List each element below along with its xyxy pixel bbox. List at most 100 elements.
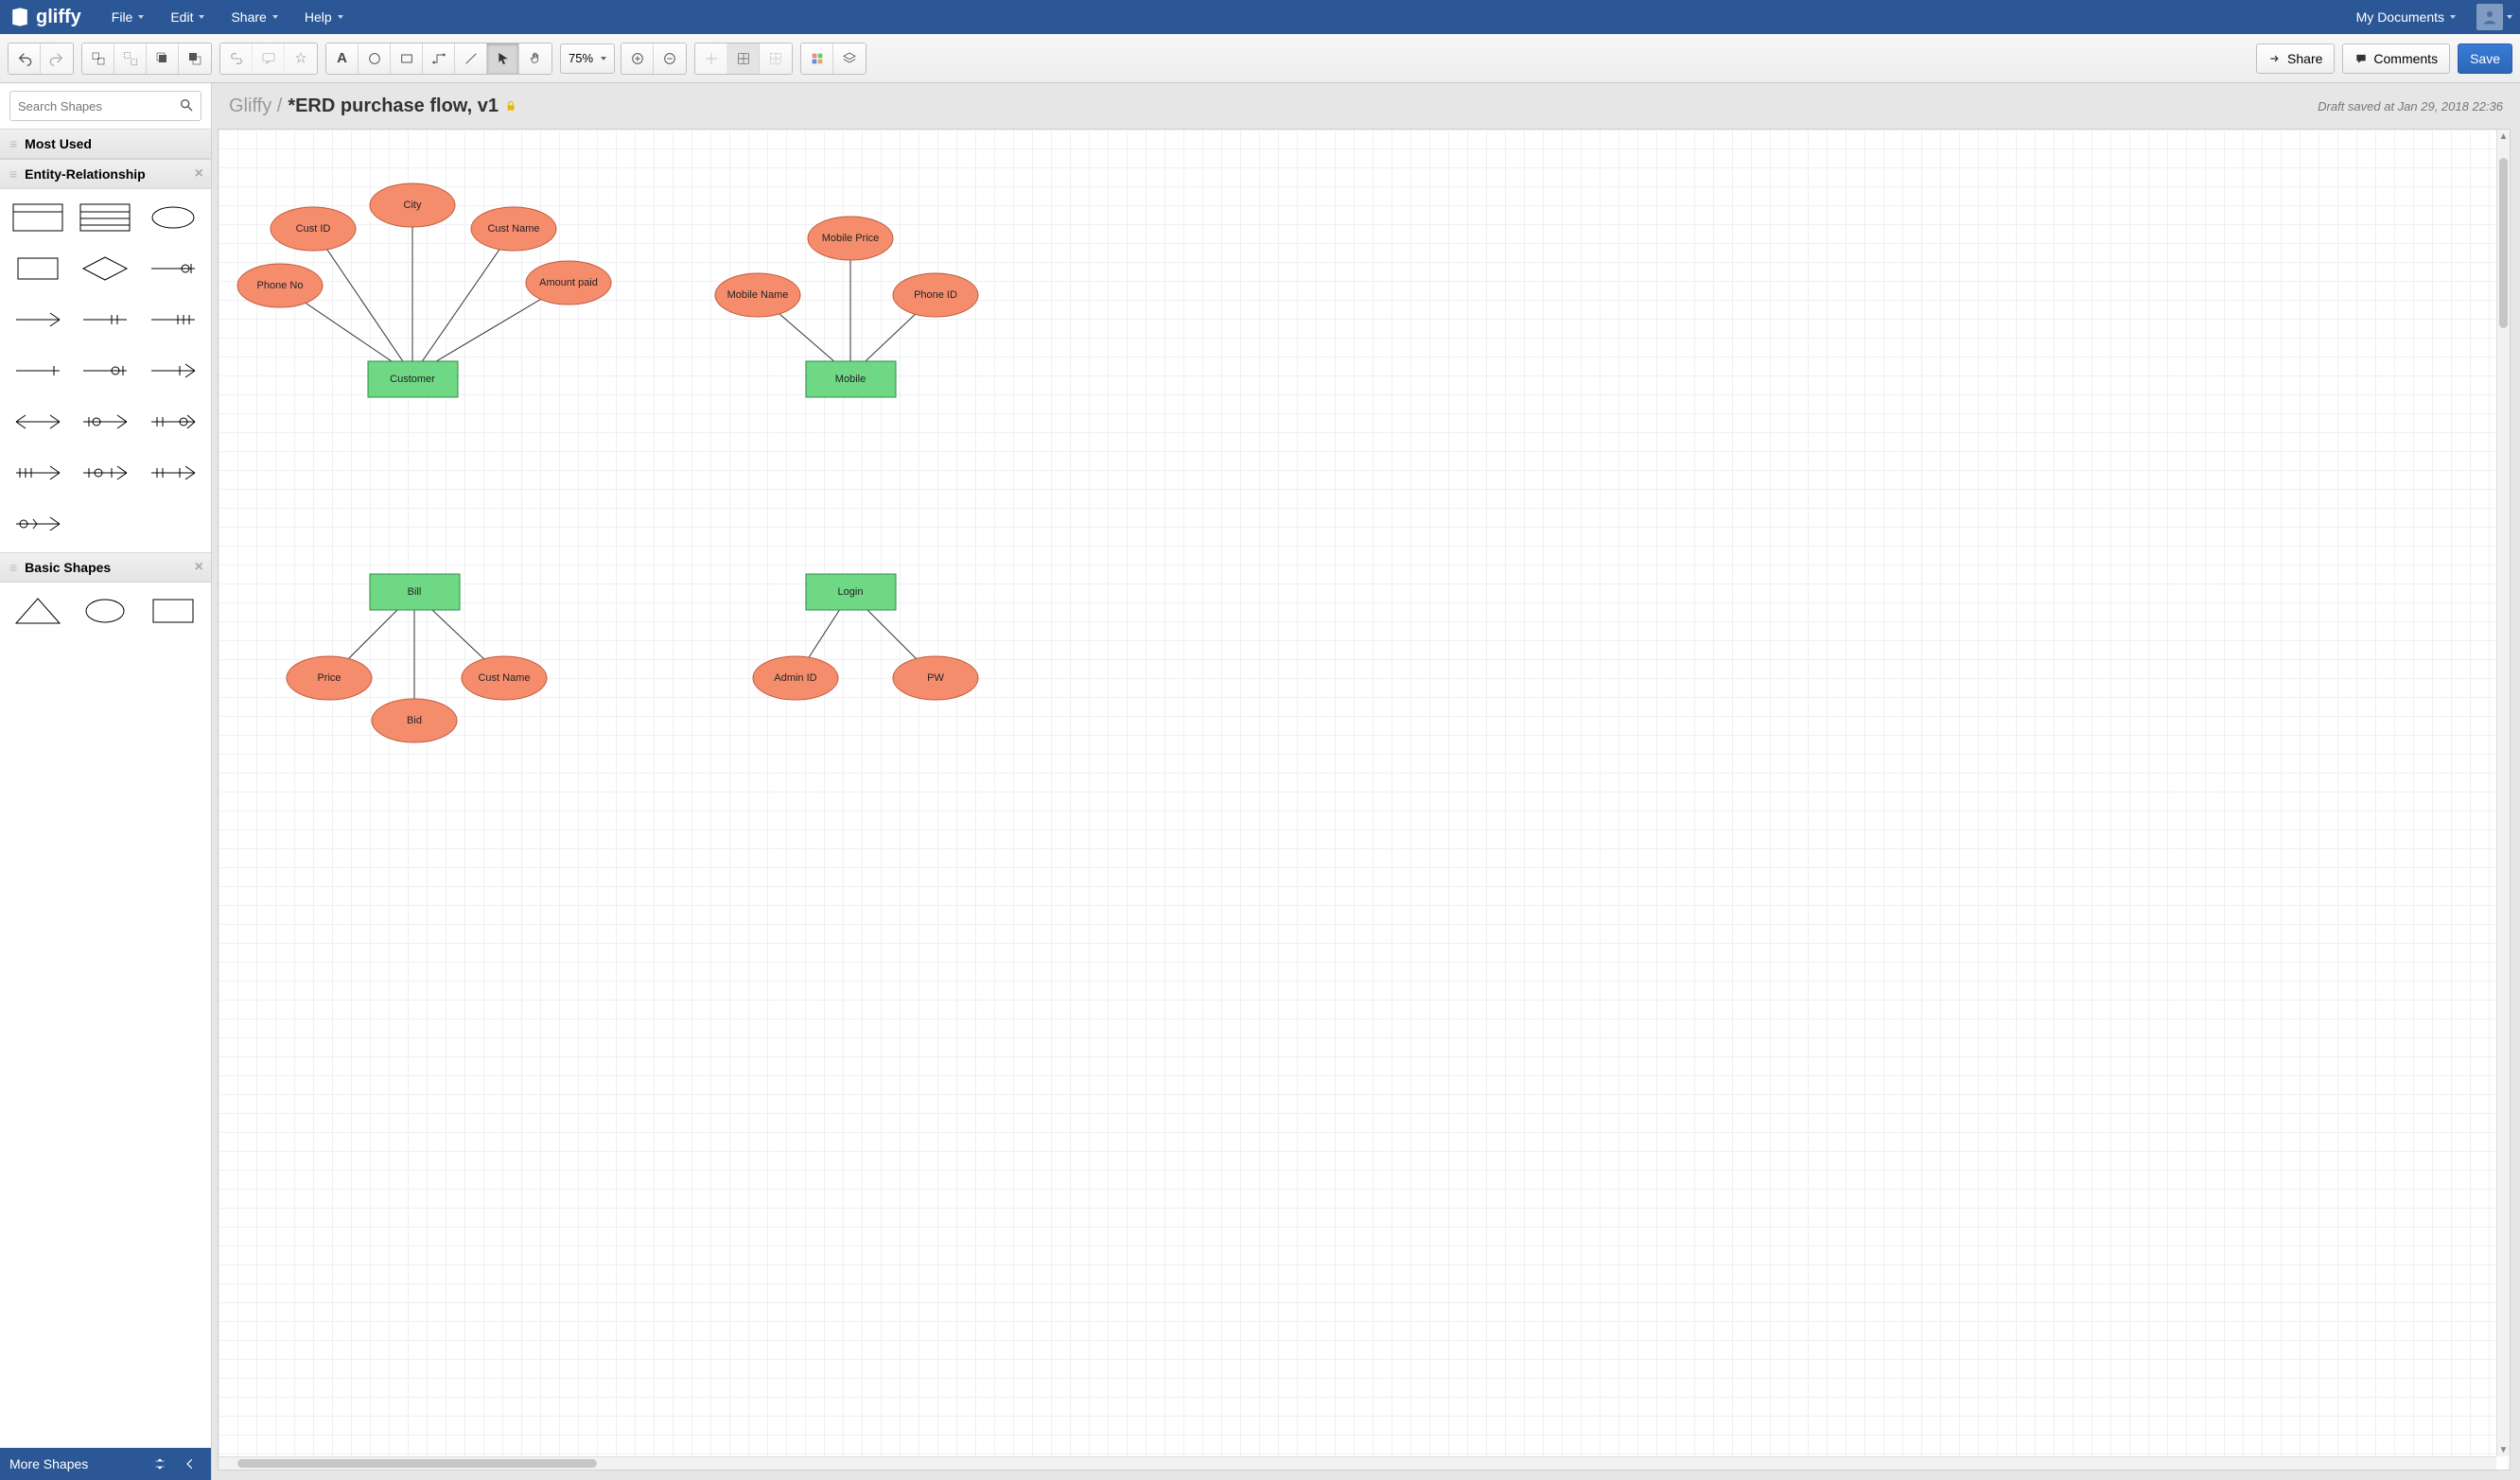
shape-entity-rect[interactable] [9, 252, 66, 286]
svg-text:Mobile Name: Mobile Name [727, 289, 789, 301]
canvas-area: Gliffy / *ERD purchase flow, v1 Draft sa… [212, 83, 2520, 1480]
shape-entity-table[interactable] [78, 200, 134, 235]
link-button[interactable] [220, 44, 253, 74]
scrollbar-thumb[interactable] [2499, 158, 2508, 328]
svg-text:Amount paid: Amount paid [539, 277, 598, 288]
user-avatar[interactable] [2476, 4, 2503, 30]
menu-share[interactable]: Share [218, 9, 290, 25]
person-icon [2481, 9, 2498, 26]
draft-status: Draft saved at Jan 29, 2018 22:36 [2318, 99, 2503, 113]
chevron-down-icon [199, 15, 204, 19]
close-icon[interactable]: × [195, 559, 203, 576]
guides-button[interactable] [760, 44, 792, 74]
gliffy-logo-icon [9, 7, 30, 27]
horizontal-scrollbar[interactable] [219, 1456, 2496, 1470]
search-icon [179, 97, 194, 113]
svg-text:Phone ID: Phone ID [914, 289, 957, 301]
svg-text:Mobile Price: Mobile Price [822, 233, 880, 244]
comments-button[interactable]: Comments [2342, 44, 2450, 74]
shape-relationship-diamond[interactable] [78, 252, 134, 286]
svg-text:Mobile: Mobile [835, 374, 866, 385]
svg-text:Admin ID: Admin ID [774, 672, 816, 684]
shape-crows-11[interactable] [78, 456, 134, 490]
shape-crows-5[interactable] [78, 354, 134, 388]
canvas[interactable]: Customer Phone No Cust ID City Cust Name… [218, 129, 2511, 1471]
more-shapes-button[interactable]: More Shapes [9, 1456, 88, 1471]
shape-crows-12[interactable] [145, 456, 201, 490]
scroll-up-icon[interactable]: ▲ [2497, 130, 2510, 143]
popup-button[interactable] [285, 44, 317, 74]
shape-crows-10[interactable] [9, 456, 66, 490]
breadcrumb[interactable]: Gliffy / [229, 96, 282, 117]
redo-button[interactable] [41, 44, 73, 74]
svg-text:Cust Name: Cust Name [478, 672, 530, 684]
shape-circle[interactable] [78, 594, 134, 628]
note-button[interactable] [253, 44, 285, 74]
shape-entity-header[interactable] [9, 200, 66, 235]
chevron-down-icon [338, 15, 343, 19]
app-name: gliffy [36, 7, 81, 28]
svg-text:Cust ID: Cust ID [296, 223, 331, 235]
chevron-down-icon [2507, 15, 2512, 19]
grid-button[interactable] [727, 44, 760, 74]
shape-crows-6[interactable] [145, 354, 201, 388]
hide-sidebar-button[interactable] [179, 1453, 201, 1475]
scroll-down-icon[interactable]: ▼ [2497, 1443, 2510, 1456]
snap-button[interactable] [695, 44, 727, 74]
svg-text:City: City [404, 200, 422, 211]
collapse-panels-button[interactable] [149, 1453, 171, 1475]
connector-tool-button[interactable] [423, 44, 455, 74]
svg-text:Bid: Bid [407, 715, 422, 726]
shape-one-optional[interactable] [145, 252, 201, 286]
diagram-svg: Customer Phone No Cust ID City Cust Name… [219, 130, 1354, 810]
shape-attribute-ellipse[interactable] [145, 200, 201, 235]
save-button[interactable]: Save [2458, 44, 2512, 74]
panel-basic-shapes[interactable]: ≡Basic Shapes× [0, 552, 211, 583]
pointer-tool-button[interactable] [487, 44, 519, 74]
shape-crows-7[interactable] [9, 405, 66, 439]
zoom-in-button[interactable] [621, 44, 654, 74]
bring-front-button[interactable] [147, 44, 179, 74]
shape-crows-2[interactable] [78, 303, 134, 337]
shape-triangle[interactable] [9, 594, 66, 628]
svg-text:Price: Price [317, 672, 341, 684]
theme-button[interactable] [801, 44, 833, 74]
shape-rectangle[interactable] [145, 594, 201, 628]
app-logo[interactable]: gliffy [8, 7, 98, 28]
menu-help[interactable]: Help [291, 9, 357, 25]
shape-crows-13[interactable] [9, 507, 66, 541]
menu-file[interactable]: File [98, 9, 158, 25]
close-icon[interactable]: × [195, 165, 203, 183]
shape-crows-4[interactable] [9, 354, 66, 388]
svg-text:Bill: Bill [408, 586, 422, 598]
toolbar: A 75% Share Comments Save [0, 34, 2520, 83]
menu-edit[interactable]: Edit [157, 9, 218, 25]
svg-text:Cust Name: Cust Name [487, 223, 539, 235]
shape-crows-1[interactable] [9, 303, 66, 337]
chevron-down-icon [272, 15, 278, 19]
zoom-select[interactable]: 75% [560, 44, 615, 74]
panel-most-used[interactable]: ≡Most Used [0, 129, 211, 159]
vertical-scrollbar[interactable]: ▲ ▼ [2496, 130, 2510, 1456]
ungroup-button[interactable] [114, 44, 147, 74]
text-tool-button[interactable]: A [326, 44, 359, 74]
scrollbar-thumb[interactable] [237, 1459, 597, 1468]
pan-tool-button[interactable] [519, 44, 551, 74]
panel-entity-relationship[interactable]: ≡Entity-Relationship× [0, 159, 211, 189]
document-title[interactable]: *ERD purchase flow, v1 [288, 96, 517, 117]
share-button[interactable]: Share [2256, 44, 2335, 74]
shape-crows-9[interactable] [145, 405, 201, 439]
lock-icon [504, 99, 517, 113]
shape-crows-3[interactable] [145, 303, 201, 337]
shape-crows-8[interactable] [78, 405, 134, 439]
send-back-button[interactable] [179, 44, 211, 74]
rect-tool-button[interactable] [391, 44, 423, 74]
search-input[interactable] [9, 91, 201, 121]
undo-button[interactable] [9, 44, 41, 74]
layers-button[interactable] [833, 44, 866, 74]
line-tool-button[interactable] [455, 44, 487, 74]
zoom-out-button[interactable] [654, 44, 686, 74]
ellipse-tool-button[interactable] [359, 44, 391, 74]
group-button[interactable] [82, 44, 114, 74]
menu-mydocs[interactable]: My Documents [2343, 9, 2469, 25]
